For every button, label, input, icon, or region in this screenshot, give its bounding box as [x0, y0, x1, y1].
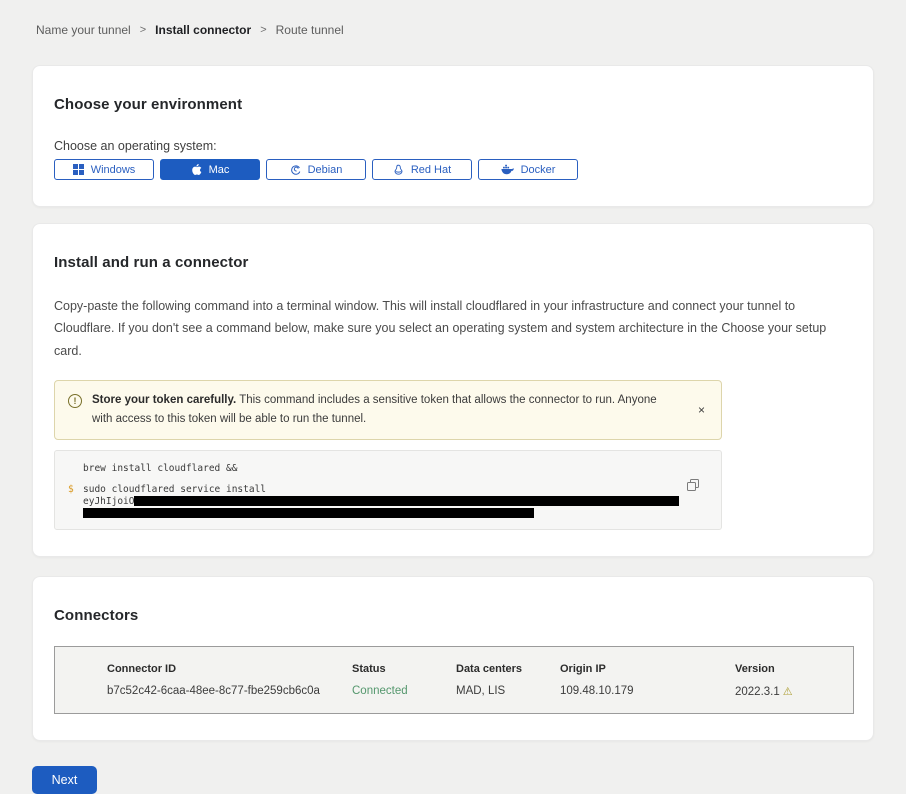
choose-environment-title: Choose your environment — [54, 96, 852, 113]
os-select-label: Choose an operating system: — [54, 139, 852, 153]
breadcrumb-separator: > — [260, 24, 266, 36]
token-warning-text: Store your token carefully. This command… — [92, 391, 694, 429]
os-button-mac[interactable]: Mac — [160, 159, 260, 180]
copy-icon[interactable] — [687, 479, 699, 494]
header-data-centers: Data centers — [456, 663, 560, 675]
token-warning-banner: ! Store your token carefully. This comma… — [54, 380, 722, 440]
os-button-group: Windows Mac Debian Red Hat Docker — [54, 159, 852, 180]
breadcrumb-separator: > — [140, 24, 146, 36]
cell-origin-ip: 109.48.10.179 — [560, 685, 735, 697]
cell-connector-id: b7c52c42-6caa-48ee-8c77-fbe259cb6c0a — [107, 685, 352, 697]
connectors-title: Connectors — [54, 607, 852, 624]
header-origin-ip: Origin IP — [560, 663, 735, 675]
os-button-label: Windows — [91, 164, 136, 176]
redhat-logo-icon — [393, 164, 404, 176]
connectors-table-header: Connector ID Status Data centers Origin … — [107, 663, 843, 675]
version-warning-icon: ⚠ — [783, 686, 793, 698]
redacted-token-bar — [83, 508, 534, 518]
table-row: b7c52c42-6caa-48ee-8c77-fbe259cb6c0a Con… — [107, 685, 843, 698]
install-connector-title: Install and run a connector — [54, 254, 852, 271]
code-line-brew: brew install cloudflared && — [68, 463, 707, 475]
breadcrumb: Name your tunnel > Install connector > R… — [0, 0, 906, 37]
os-button-label: Red Hat — [411, 164, 451, 176]
choose-environment-card: Choose your environment Choose an operat… — [32, 65, 874, 207]
os-button-label: Debian — [308, 164, 343, 176]
shell-prompt: $ — [68, 484, 83, 496]
next-button[interactable]: Next — [32, 766, 97, 794]
debian-logo-icon — [290, 164, 301, 175]
cell-data-centers: MAD, LIS — [456, 685, 560, 697]
os-button-label: Docker — [521, 164, 556, 176]
os-button-label: Mac — [209, 164, 230, 176]
code-line-sudo: $ sudo cloudflared service install — [68, 484, 707, 496]
docker-logo-icon — [501, 164, 514, 175]
os-button-docker[interactable]: Docker — [478, 159, 578, 180]
redacted-token-bar — [134, 496, 679, 506]
header-status: Status — [352, 663, 456, 675]
os-button-windows[interactable]: Windows — [54, 159, 154, 180]
header-version: Version — [735, 663, 843, 675]
status-badge: Connected — [352, 685, 456, 697]
breadcrumb-install-connector[interactable]: Install connector — [155, 23, 251, 37]
header-connector-id: Connector ID — [107, 663, 352, 675]
install-description: Copy-paste the following command into a … — [54, 295, 852, 362]
code-line-token: eyJhIjoiO — [68, 496, 707, 507]
close-icon[interactable]: × — [694, 402, 709, 418]
cell-version: 2022.3.1⚠ — [735, 685, 843, 698]
breadcrumb-route-tunnel[interactable]: Route tunnel — [276, 23, 344, 37]
connectors-table: Connector ID Status Data centers Origin … — [54, 646, 854, 714]
install-connector-card: Install and run a connector Copy-paste t… — [32, 223, 874, 557]
os-button-debian[interactable]: Debian — [266, 159, 366, 180]
breadcrumb-name-your-tunnel[interactable]: Name your tunnel — [36, 23, 131, 37]
code-line-token-2 — [68, 507, 707, 518]
install-command-code-block: brew install cloudflared && $ sudo cloud… — [54, 450, 722, 530]
token-warning-title: Store your token carefully. — [92, 394, 236, 406]
windows-logo-icon — [73, 164, 84, 175]
alert-circle-icon: ! — [68, 394, 82, 408]
apple-logo-icon — [191, 164, 202, 176]
token-prefix: eyJhIjoiO — [83, 496, 134, 507]
connectors-card: Connectors Connector ID Status Data cent… — [32, 576, 874, 741]
os-button-redhat[interactable]: Red Hat — [372, 159, 472, 180]
